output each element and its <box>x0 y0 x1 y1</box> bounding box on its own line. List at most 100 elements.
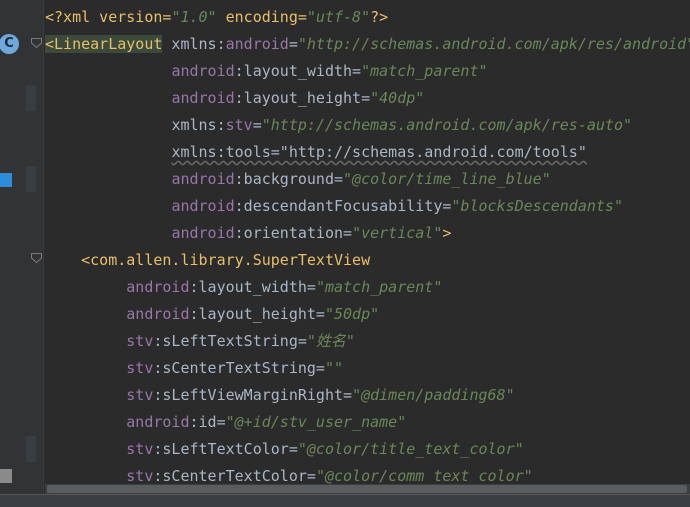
horizontal-scrollbar[interactable] <box>45 484 690 494</box>
fold-icon[interactable] <box>31 38 42 48</box>
code-token: android <box>171 62 235 80</box>
code-token: android <box>126 413 190 431</box>
bookmark-marker[interactable] <box>0 173 12 187</box>
code-token: "blocksDescendants" <box>451 197 623 215</box>
code-token: android <box>171 197 235 215</box>
code-token: "@color/time_line_blue" <box>343 170 551 188</box>
code-token: <?xml version= <box>45 8 172 26</box>
code-token: stv <box>225 116 253 134</box>
code-token: "match_parent" <box>315 278 443 296</box>
code-token: :layout_height= <box>189 305 325 323</box>
code-line[interactable]: android:descendantFocusability="blocksDe… <box>45 193 623 220</box>
code-token: xmlns: <box>162 35 226 53</box>
code-token: stv <box>126 386 154 404</box>
code-line[interactable]: android:orientation="vertical"> <box>45 220 451 247</box>
code-token: "@dimen/padding68" <box>352 386 515 404</box>
code-line[interactable]: <com.allen.library.SuperTextView <box>45 247 370 274</box>
code-line[interactable]: stv:sLeftTextColor="@color/title_text_co… <box>45 436 524 463</box>
code-token: "50dp" <box>324 305 380 323</box>
code-line[interactable]: <LinearLayout xmlns:android="http://sche… <box>45 31 690 58</box>
code-line[interactable]: xmlns:stv="http://schemas.android.com/ap… <box>45 112 632 139</box>
gutter-divider <box>43 0 44 506</box>
code-token: = <box>252 116 262 134</box>
code-token: xmlns:tools="http://schemas.android.com/… <box>171 143 587 161</box>
code-line[interactable]: <?xml version="1.0" encoding="utf-8"?> <box>45 4 388 31</box>
code-token: android <box>171 89 235 107</box>
code-token: android <box>171 170 235 188</box>
fold-icon[interactable] <box>31 253 42 263</box>
scroll-marker <box>0 469 12 483</box>
scrollbar-thumb[interactable] <box>47 485 687 493</box>
code-token: :layout_height= <box>234 89 371 107</box>
code-token: :sLeftViewMarginRight= <box>153 386 353 404</box>
code-token: "match_parent" <box>361 62 488 80</box>
code-line[interactable]: android:id="@+id/stv_user_name" <box>45 409 406 436</box>
code-token: android <box>126 278 190 296</box>
status-bar <box>0 494 690 507</box>
change-marker <box>26 436 36 462</box>
code-token: "" <box>324 359 344 377</box>
code-line[interactable]: android:layout_height="50dp" <box>45 301 379 328</box>
code-token: :sCenterTextString= <box>153 359 325 377</box>
code-token: xmlns: <box>171 116 226 134</box>
code-token: "@color/comm_text_color" <box>315 467 533 485</box>
code-token: "utf-8" <box>306 8 371 26</box>
code-line[interactable]: android:layout_width="match_parent" <box>45 274 442 301</box>
code-line[interactable]: android:layout_width="match_parent" <box>45 58 488 85</box>
code-token: encoding= <box>216 8 307 26</box>
code-token: :orientation= <box>234 224 353 242</box>
code-token: <com.allen.library.SuperTextView <box>45 251 371 269</box>
code-token: stv <box>126 332 154 350</box>
code-token: :descendantFocusability= <box>234 197 452 215</box>
code-token: "@color/title_text_color" <box>297 440 524 458</box>
code-line[interactable]: android:background="@color/time_line_blu… <box>45 166 551 193</box>
code-token: :layout_width= <box>189 278 316 296</box>
code-token: "vertical" <box>352 224 443 242</box>
code-token: stv <box>126 440 154 458</box>
code-token: <LinearLayout <box>45 35 163 53</box>
code-line[interactable]: stv:sCenterTextString="" <box>45 355 343 382</box>
code-token: :layout_width= <box>234 62 362 80</box>
change-marker <box>26 85 36 111</box>
code-token: "http://schemas.android.com/apk/res-auto… <box>261 116 633 134</box>
code-token: "1.0" <box>171 8 217 26</box>
code-token: android <box>171 224 235 242</box>
code-line[interactable]: xmlns:tools="http://schemas.android.com/… <box>45 139 587 166</box>
code-token: android <box>126 305 190 323</box>
code-token: stv <box>126 467 154 485</box>
code-token: :background= <box>234 170 344 188</box>
code-line[interactable]: stv:sLeftViewMarginRight="@dimen/padding… <box>45 382 515 409</box>
code-token: :sLeftTextColor= <box>153 440 298 458</box>
code-line[interactable]: android:layout_height="40dp" <box>45 85 424 112</box>
code-token: :sCenterTextColor= <box>153 467 316 485</box>
editor-gutter: C <box>0 0 44 506</box>
code-line[interactable]: stv:sLeftTextString="姓名" <box>45 328 355 355</box>
code-token: = <box>288 35 298 53</box>
change-marker <box>26 166 36 192</box>
class-icon[interactable]: C <box>0 34 19 54</box>
code-token: "姓名" <box>306 332 355 350</box>
code-token: "40dp" <box>370 89 425 107</box>
code-token: ?> <box>370 8 389 26</box>
code-editor[interactable]: <?xml version="1.0" encoding="utf-8"?> <L… <box>45 0 690 490</box>
code-token: stv <box>126 359 154 377</box>
code-token: :id= <box>189 413 226 431</box>
code-token: android <box>225 35 289 53</box>
code-token: :sLeftTextString= <box>153 332 307 350</box>
code-token: "http://schemas.android.com/apk/res/andr… <box>297 35 690 53</box>
